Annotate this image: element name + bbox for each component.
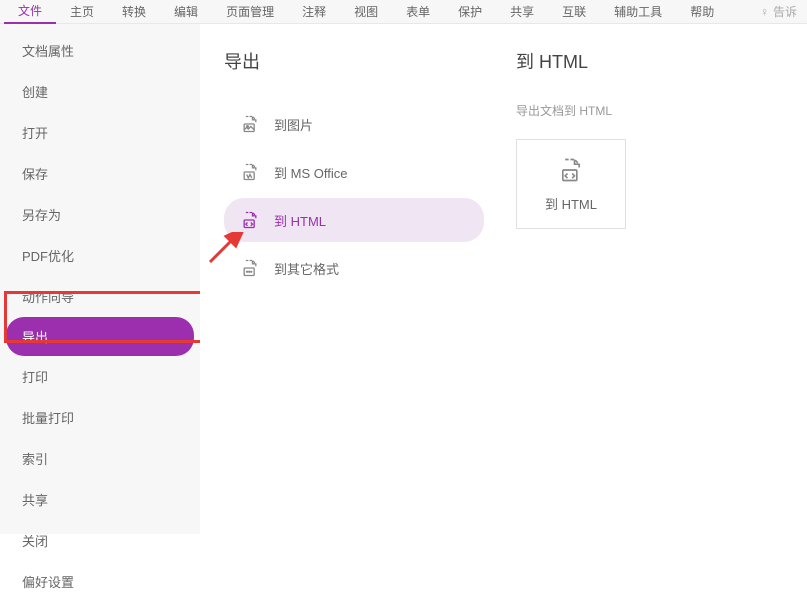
bulb-icon: ♀ [760, 5, 769, 19]
tab-protect[interactable]: 保护 [444, 0, 496, 23]
tab-form[interactable]: 表单 [392, 0, 444, 23]
file-office-icon [240, 162, 260, 182]
tab-connect[interactable]: 互联 [548, 0, 600, 23]
export-detail-panel: 到 HTML 导出文档到 HTML 到 HTML [500, 24, 807, 534]
top-toolbar: 文件 主页 转换 编辑 页面管理 注释 视图 表单 保护 共享 互联 辅助工具 … [0, 0, 807, 24]
sidebar-item-preferences[interactable]: 偏好设置 [0, 561, 200, 602]
tab-help[interactable]: 帮助 [676, 0, 728, 23]
detail-title: 到 HTML [516, 48, 791, 74]
export-option-image[interactable]: 到图片 [224, 102, 484, 146]
sidebar-item-label: 创建 [22, 82, 48, 101]
export-option-msoffice[interactable]: 到 MS Office [224, 150, 484, 194]
sidebar-item-label: 保存 [22, 164, 48, 183]
sidebar-item-save[interactable]: 保存 [0, 153, 200, 194]
export-option-other[interactable]: 到其它格式 [224, 246, 484, 290]
sidebar-item-label: 偏好设置 [22, 572, 74, 591]
tab-tools[interactable]: 辅助工具 [600, 0, 676, 23]
detail-description: 导出文档到 HTML [516, 102, 791, 119]
sidebar-item-label: 文档属性 [22, 41, 74, 60]
tab-convert[interactable]: 转换 [108, 0, 160, 23]
sidebar-item-properties[interactable]: 文档属性 [0, 30, 200, 71]
tab-annotate[interactable]: 注释 [288, 0, 340, 23]
sidebar-item-batch-print[interactable]: 批量打印 [0, 397, 200, 438]
sidebar-item-label: 打开 [22, 123, 48, 142]
file-html-icon [557, 156, 585, 184]
export-button-label: 到 HTML [545, 194, 597, 213]
sidebar-item-label: 导出 [22, 327, 48, 346]
sidebar-item-saveas[interactable]: 另存为 [0, 194, 200, 235]
sidebar-item-share[interactable]: 共享 [0, 479, 200, 520]
sidebar-item-open[interactable]: 打开 [0, 112, 200, 153]
sidebar-item-label: 另存为 [22, 205, 61, 224]
export-option-html[interactable]: 到 HTML [224, 198, 484, 242]
sidebar-item-index[interactable]: 索引 [0, 438, 200, 479]
sidebar-item-action-wizard[interactable]: 动作向导 [0, 276, 200, 317]
tab-file[interactable]: 文件 [4, 0, 56, 24]
export-options-panel: 导出 到图片 到 MS Office [200, 24, 500, 534]
sidebar-item-pdf-optimize[interactable]: PDF优化 [0, 235, 200, 276]
file-html-icon [240, 210, 260, 230]
sidebar-item-export[interactable]: 导出 [6, 317, 194, 356]
tab-page-manage[interactable]: 页面管理 [212, 0, 288, 23]
tab-edit[interactable]: 编辑 [160, 0, 212, 23]
export-to-html-button[interactable]: 到 HTML [516, 139, 626, 229]
export-option-label: 到图片 [274, 115, 313, 134]
sidebar-item-label: PDF优化 [22, 246, 74, 265]
sidebar-item-print[interactable]: 打印 [0, 356, 200, 397]
file-other-icon [240, 258, 260, 278]
tell-me-search[interactable]: ♀ 告诉 [754, 3, 803, 20]
export-option-label: 到其它格式 [274, 259, 339, 278]
sidebar-item-close[interactable]: 关闭 [0, 520, 200, 561]
export-option-label: 到 HTML [274, 211, 326, 230]
tell-me-label: 告诉 [773, 3, 797, 20]
export-title: 导出 [224, 48, 484, 74]
file-sidebar: 文档属性 创建 打开 保存 另存为 PDF优化 动作向导 导出 打印 批量打印 … [0, 24, 200, 534]
tab-share[interactable]: 共享 [496, 0, 548, 23]
sidebar-item-create[interactable]: 创建 [0, 71, 200, 112]
sidebar-item-label: 索引 [22, 449, 48, 468]
sidebar-item-label: 批量打印 [22, 408, 74, 427]
sidebar-item-label: 动作向导 [22, 287, 74, 306]
file-image-icon [240, 114, 260, 134]
export-option-label: 到 MS Office [274, 163, 347, 182]
tab-view[interactable]: 视图 [340, 0, 392, 23]
sidebar-item-label: 打印 [22, 367, 48, 386]
tab-home[interactable]: 主页 [56, 0, 108, 23]
sidebar-item-label: 共享 [22, 490, 48, 509]
